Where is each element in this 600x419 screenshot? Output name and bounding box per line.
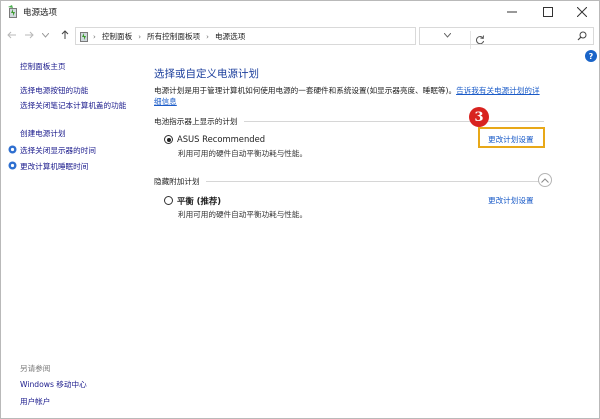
plan-name[interactable]: ASUS Recommended: [177, 134, 265, 144]
sidebar-item-create-plan[interactable]: 创建电源计划: [20, 128, 66, 139]
sidebar-item-display-off[interactable]: 选择关闭显示器的时间: [8, 145, 96, 156]
page-title: 选择或自定义电源计划: [154, 68, 259, 80]
plan-radio[interactable]: [164, 135, 173, 144]
section-divider: [154, 181, 544, 182]
annotation-highlight: [478, 127, 545, 148]
step-number-badge: 3: [469, 107, 489, 127]
power-options-icon: [8, 5, 17, 18]
sidebar-item-power-button[interactable]: 选择电源按钮的功能: [20, 85, 88, 96]
hidden-plans-section: 隐藏附加计划: [154, 176, 544, 187]
sidebar-item-label: 更改计算机睡眠时间: [20, 162, 89, 171]
main-content: 选择或自定义电源计划 电源计划是用于管理计算机如何使用电源的一套硬件和系统设置(…: [154, 1, 594, 419]
sidebar-item-home[interactable]: 控制面板主页: [20, 61, 66, 72]
section-heading: 电池指示器上显示的计划: [154, 116, 244, 127]
collapse-hidden-plans-button[interactable]: [538, 173, 552, 187]
sidebar-item-user-accounts[interactable]: 用户帐户: [20, 396, 50, 407]
see-also-heading: 另请参阅: [20, 364, 51, 373]
plan-description: 利用可用的硬件自动平衡功耗与性能。: [178, 149, 308, 158]
plan-radio[interactable]: [164, 196, 173, 205]
chevron-up-icon: [541, 177, 549, 183]
sidebar-item-sleep[interactable]: 更改计算机睡眠时间: [8, 161, 89, 172]
section-heading: 隐藏附加计划: [154, 176, 206, 187]
sidebar-item-label: 选择关闭显示器的时间: [20, 146, 96, 155]
arrow-left-icon: [7, 31, 16, 39]
display-settings-icon: [8, 145, 17, 154]
page-description: 电源计划是用于管理计算机如何使用电源的一套硬件和系统设置(如显示器亮度、睡眠等)…: [154, 85, 544, 107]
sidebar: 控制面板主页 选择电源按钮的功能 选择关闭笔记本计算机盖的功能 创建电源计划 选…: [8, 1, 140, 419]
change-plan-settings-link[interactable]: 更改计划设置: [488, 195, 534, 206]
back-button[interactable]: [5, 27, 19, 43]
sidebar-item-lid-close[interactable]: 选择关闭笔记本计算机盖的功能: [20, 100, 138, 111]
description-text: 电源计划是用于管理计算机如何使用电源的一套硬件和系统设置(如显示器亮度、睡眠等)…: [154, 86, 457, 95]
plan-name[interactable]: 平衡 (推荐): [177, 195, 221, 207]
sidebar-item-mobility-center[interactable]: Windows 移动中心: [20, 379, 87, 390]
power-options-window: 电源选项 › 控制面板 › 所有控制面板项 › 电源选项 ? 控制面板主页 选择…: [0, 0, 600, 419]
plan-description: 利用可用的硬件自动平衡功耗与性能。: [178, 210, 308, 219]
sleep-settings-icon: [8, 161, 17, 170]
